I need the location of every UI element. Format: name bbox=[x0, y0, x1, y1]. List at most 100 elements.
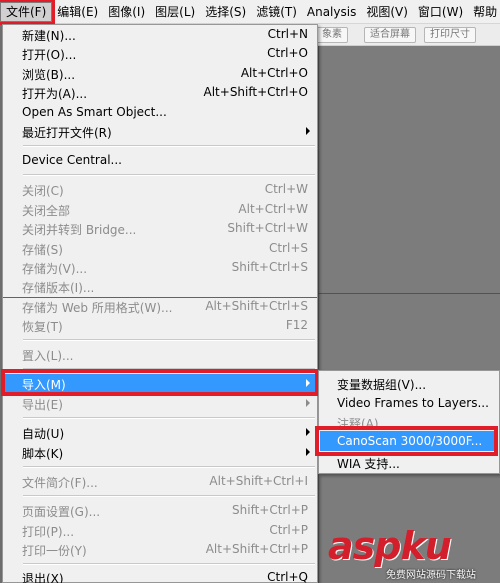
submenu-arrow-icon bbox=[306, 428, 310, 436]
menu-bar: 文件(F) 编辑(E) 图像(I) 图层(L) 选择(S) 滤镜(T) Anal… bbox=[0, 0, 500, 25]
menu-item-label: 恢复(T) bbox=[22, 320, 63, 334]
menu-item-close[interactable]: 关闭(C) Ctrl+W bbox=[4, 180, 316, 199]
menu-item-label: 打开(O)... bbox=[22, 48, 77, 62]
submenu-item-wia-support[interactable]: WIA 支持... bbox=[320, 452, 498, 472]
menu-item-label: 关闭全部 bbox=[22, 204, 71, 218]
menu-separator bbox=[23, 145, 315, 147]
menu-item-shortcut: Shift+Ctrl+S bbox=[231, 260, 308, 274]
menu-item-open-as[interactable]: 打开为(A)... Alt+Shift+Ctrl+O bbox=[4, 83, 316, 102]
menu-view[interactable]: 视图(V) bbox=[361, 1, 413, 23]
file-menu: 新建(N)... Ctrl+N 打开(O)... Ctrl+O 浏览(B)... Al… bbox=[2, 24, 318, 583]
submenu-item-video-frames[interactable]: Video Frames to Layers... bbox=[320, 393, 498, 413]
menu-item-label: 存储版本(I)... bbox=[22, 281, 95, 295]
menu-item-save[interactable]: 存储(S) Ctrl+S bbox=[4, 239, 316, 258]
menu-item-label: 打开为(A)... bbox=[22, 87, 88, 101]
menu-item-label: 导出(E) bbox=[22, 398, 63, 412]
menu-separator bbox=[23, 174, 315, 176]
menu-item-print-one-copy[interactable]: 打印一份(Y) Alt+Shift+Ctrl+P bbox=[4, 540, 316, 559]
watermark-caption: 免费网站源码下载站 bbox=[386, 570, 476, 581]
menu-edit[interactable]: 编辑(E) bbox=[52, 1, 103, 23]
menu-item-shortcut: Ctrl+N bbox=[267, 27, 308, 41]
menu-item-shortcut: Ctrl+Q bbox=[267, 570, 308, 583]
menu-item-label: 自动(U) bbox=[22, 427, 65, 441]
submenu-item-variable-data-sets[interactable]: 变量数据组(V)... bbox=[320, 373, 498, 393]
menu-help[interactable]: 帮助 bbox=[468, 1, 500, 23]
workspace-edge bbox=[318, 46, 319, 583]
menu-item-browse[interactable]: 浏览(B)... Alt+Ctrl+O bbox=[4, 64, 316, 83]
menu-item-page-setup[interactable]: 页面设置(G)... Shift+Ctrl+P bbox=[4, 501, 316, 520]
submenu-item-label: WIA 支持... bbox=[337, 457, 400, 471]
menu-item-open-smart-object[interactable]: Open As Smart Object... bbox=[4, 103, 316, 122]
menu-select[interactable]: 选择(S) bbox=[200, 1, 251, 23]
menu-separator bbox=[23, 368, 315, 370]
menu-item-scripts[interactable]: 脚本(K) bbox=[4, 443, 316, 462]
submenu-item-annotations[interactable]: 注释(A)... bbox=[320, 412, 498, 432]
print-size-button[interactable]: 打印尺寸 bbox=[424, 27, 476, 43]
menu-item-automate[interactable]: 自动(U) bbox=[4, 423, 316, 442]
menu-item-export[interactable]: 导出(E) bbox=[4, 394, 316, 413]
menu-item-label: 置入(L)... bbox=[22, 349, 74, 363]
actual-pixels-button[interactable]: 象素 bbox=[316, 27, 348, 43]
watermark-logo: aspku bbox=[328, 524, 452, 568]
submenu-item-canoscan[interactable]: CanoScan 3000/3000F... bbox=[320, 431, 498, 451]
menu-item-import[interactable]: 导入(M) bbox=[4, 374, 316, 393]
menu-item-label: Open As Smart Object... bbox=[22, 105, 167, 119]
menu-item-save-as[interactable]: 存储为(V)... Shift+Ctrl+S bbox=[4, 258, 316, 277]
menu-item-save-version[interactable]: 存储版本(I)... bbox=[4, 277, 316, 296]
menu-item-shortcut: Ctrl+O bbox=[267, 46, 308, 60]
menu-item-revert[interactable]: 恢复(T) F12 bbox=[4, 316, 316, 335]
menu-item-new[interactable]: 新建(N)... Ctrl+N bbox=[4, 25, 316, 44]
menu-item-shortcut: Alt+Shift+Ctrl+S bbox=[205, 299, 308, 313]
menu-analysis[interactable]: Analysis bbox=[302, 1, 361, 23]
menu-separator bbox=[23, 466, 315, 468]
menu-separator bbox=[23, 563, 315, 565]
menu-item-shortcut: Alt+Shift+Ctrl+O bbox=[203, 85, 308, 99]
menu-item-close-all[interactable]: 关闭全部 Alt+Ctrl+W bbox=[4, 200, 316, 219]
menu-item-shortcut: Shift+Ctrl+W bbox=[227, 221, 308, 235]
menu-item-label: 新建(N)... bbox=[22, 29, 76, 43]
submenu-item-label: Video Frames to Layers... bbox=[337, 396, 489, 410]
menu-item-recent-files[interactable]: 最近打开文件(R) bbox=[4, 122, 316, 141]
menu-item-shortcut: Alt+Ctrl+O bbox=[240, 66, 308, 80]
menu-separator bbox=[23, 339, 315, 341]
menu-layer[interactable]: 图层(L) bbox=[150, 1, 200, 23]
menu-item-label: 存储(S) bbox=[22, 243, 63, 257]
menu-item-label: 存储为(V)... bbox=[22, 262, 88, 276]
menu-image[interactable]: 图像(I) bbox=[103, 1, 150, 23]
menu-file[interactable]: 文件(F) bbox=[0, 0, 56, 25]
menu-item-exit[interactable]: 退出(X) Ctrl+Q bbox=[4, 568, 316, 583]
menu-item-shortcut: Alt+Ctrl+W bbox=[238, 202, 308, 216]
canvas-workspace bbox=[318, 46, 500, 583]
menu-item-shortcut: Ctrl+S bbox=[268, 241, 308, 255]
menu-item-close-go-bridge[interactable]: 关闭并转到 Bridge... Shift+Ctrl+W bbox=[4, 219, 316, 238]
menu-item-label: 退出(X) bbox=[22, 572, 64, 583]
submenu-item-label: 注释(A)... bbox=[337, 417, 391, 431]
menu-item-print[interactable]: 打印(P)... Ctrl+P bbox=[4, 521, 316, 540]
menu-separator bbox=[23, 495, 315, 497]
menu-item-label: 关闭(C) bbox=[22, 184, 64, 198]
guide-line bbox=[318, 293, 500, 294]
menu-item-save-for-web[interactable]: 存储为 Web 所用格式(W)... Alt+Shift+Ctrl+S bbox=[4, 297, 316, 316]
fit-screen-button[interactable]: 适合屏幕 bbox=[364, 27, 416, 43]
menu-item-shortcut: F12 bbox=[285, 318, 308, 332]
menu-item-label: 存储为 Web 所用格式(W)... bbox=[22, 301, 173, 315]
menu-separator bbox=[23, 417, 315, 419]
menu-item-label: 浏览(B)... bbox=[22, 68, 76, 82]
menu-window[interactable]: 窗口(W) bbox=[413, 1, 468, 23]
menu-item-label: 页面设置(G)... bbox=[22, 505, 101, 519]
submenu-arrow-icon bbox=[306, 448, 310, 456]
menu-filter[interactable]: 滤镜(T) bbox=[251, 1, 302, 23]
menu-item-shortcut: Alt+Shift+Ctrl+P bbox=[205, 542, 308, 556]
menu-item-file-info[interactable]: 文件简介(F)... Alt+Shift+Ctrl+I bbox=[4, 472, 316, 491]
menu-item-label: 脚本(K) bbox=[22, 447, 64, 461]
submenu-arrow-icon bbox=[306, 399, 310, 407]
menu-item-open[interactable]: 打开(O)... Ctrl+O bbox=[4, 44, 316, 63]
submenu-arrow-icon bbox=[306, 127, 310, 135]
menu-item-place[interactable]: 置入(L)... bbox=[4, 345, 316, 364]
options-toolbar: 象素 适合屏幕 打印尺寸 bbox=[316, 24, 500, 46]
menu-item-label: 打印一份(Y) bbox=[22, 544, 87, 558]
menu-item-label: 导入(M) bbox=[22, 378, 66, 392]
submenu-arrow-icon bbox=[306, 379, 310, 387]
menu-item-device-central[interactable]: Device Central... bbox=[4, 151, 316, 170]
menu-item-shortcut: Shift+Ctrl+P bbox=[232, 503, 308, 517]
